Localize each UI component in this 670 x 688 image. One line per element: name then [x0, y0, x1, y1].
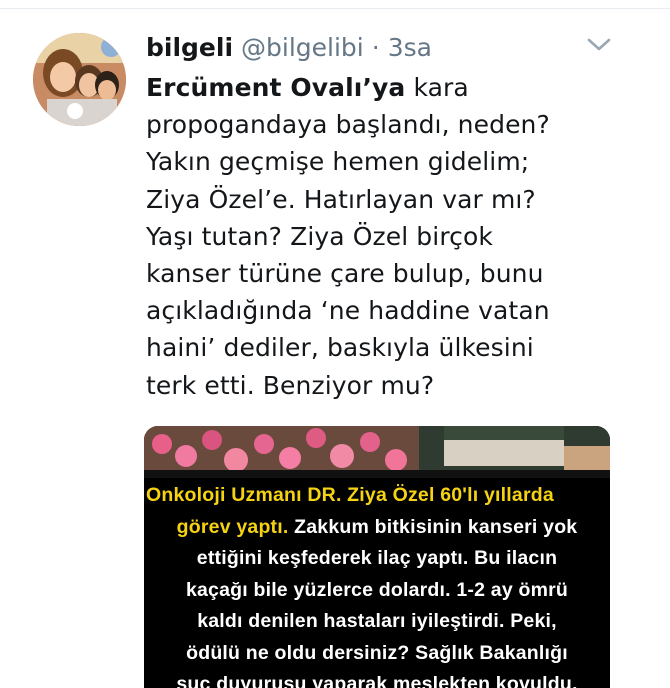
oleander-photo	[144, 426, 610, 478]
caption-line: Onkoloji Uzmanı DR. Ziya Özel 60'lı yıll…	[146, 484, 554, 506]
caption-line: ettiğini keşfederek ilaç yaptı. Bu ilacı…	[196, 547, 558, 569]
tweet-text-line: Ziya Özel’e. Hatırlayan var mı?	[146, 184, 536, 214]
user-handle[interactable]: @bilgelibi	[241, 31, 364, 65]
separator-dot: ·	[371, 33, 380, 62]
tweet-text: Ercüment Ovalı’ya kara propogandaya başl…	[146, 69, 636, 404]
caption-line: kaçağı bile yüzlerce dolardı. 1-2 ay ömr…	[185, 578, 569, 601]
caption-line: ödülü ne oldu dersiniz? Sağlık Bakanlığı	[186, 641, 568, 664]
tweet-text-line: terk etti. Benziyor mu?	[146, 370, 435, 400]
tweet-text-line: açıkladığında ‘ne haddine vatan	[146, 296, 550, 326]
tweet-text-line: propogandaya başlandı, neden?	[146, 110, 550, 140]
avatar[interactable]	[33, 33, 126, 126]
tweet-text-line: Yaşı tutan? Ziya Özel birçok	[146, 221, 493, 251]
tweet-text-line: kanser türüne çare bulup, bunu	[146, 259, 544, 289]
tweet-text-line: haini’ dediler, baskıyla ülkesini	[146, 333, 534, 363]
tweet-text-line: Ercüment Ovalı’ya kara	[146, 73, 469, 102]
tweet[interactable]: bilgeli @bilgelibi · 3sa Ercüment Ovalı’…	[0, 0, 670, 688]
timestamp[interactable]: 3sa	[388, 31, 432, 65]
media-image[interactable]: Onkoloji Uzmanı DR. Ziya Özel 60'lı yıll…	[144, 426, 610, 688]
caption-line: kaldı denilen hastaları iyileştirdi. Pek…	[197, 610, 557, 632]
caption-line: görev yaptı. Zakkum bitkisinin kanseri y…	[176, 515, 578, 538]
profile-photo-children	[33, 33, 126, 126]
tweet-text-line: Yakın geçmişe hemen gidelim;	[146, 147, 530, 177]
caption-line: suç duyurusu yaparak meslekten kovuldu.	[176, 673, 578, 688]
tweet-header: bilgeli @bilgelibi · 3sa	[146, 31, 432, 65]
display-name[interactable]: bilgeli	[146, 31, 233, 65]
media-caption: Onkoloji Uzmanı DR. Ziya Özel 60'lı yıll…	[144, 480, 610, 688]
chevron-down-icon[interactable]	[586, 36, 612, 54]
